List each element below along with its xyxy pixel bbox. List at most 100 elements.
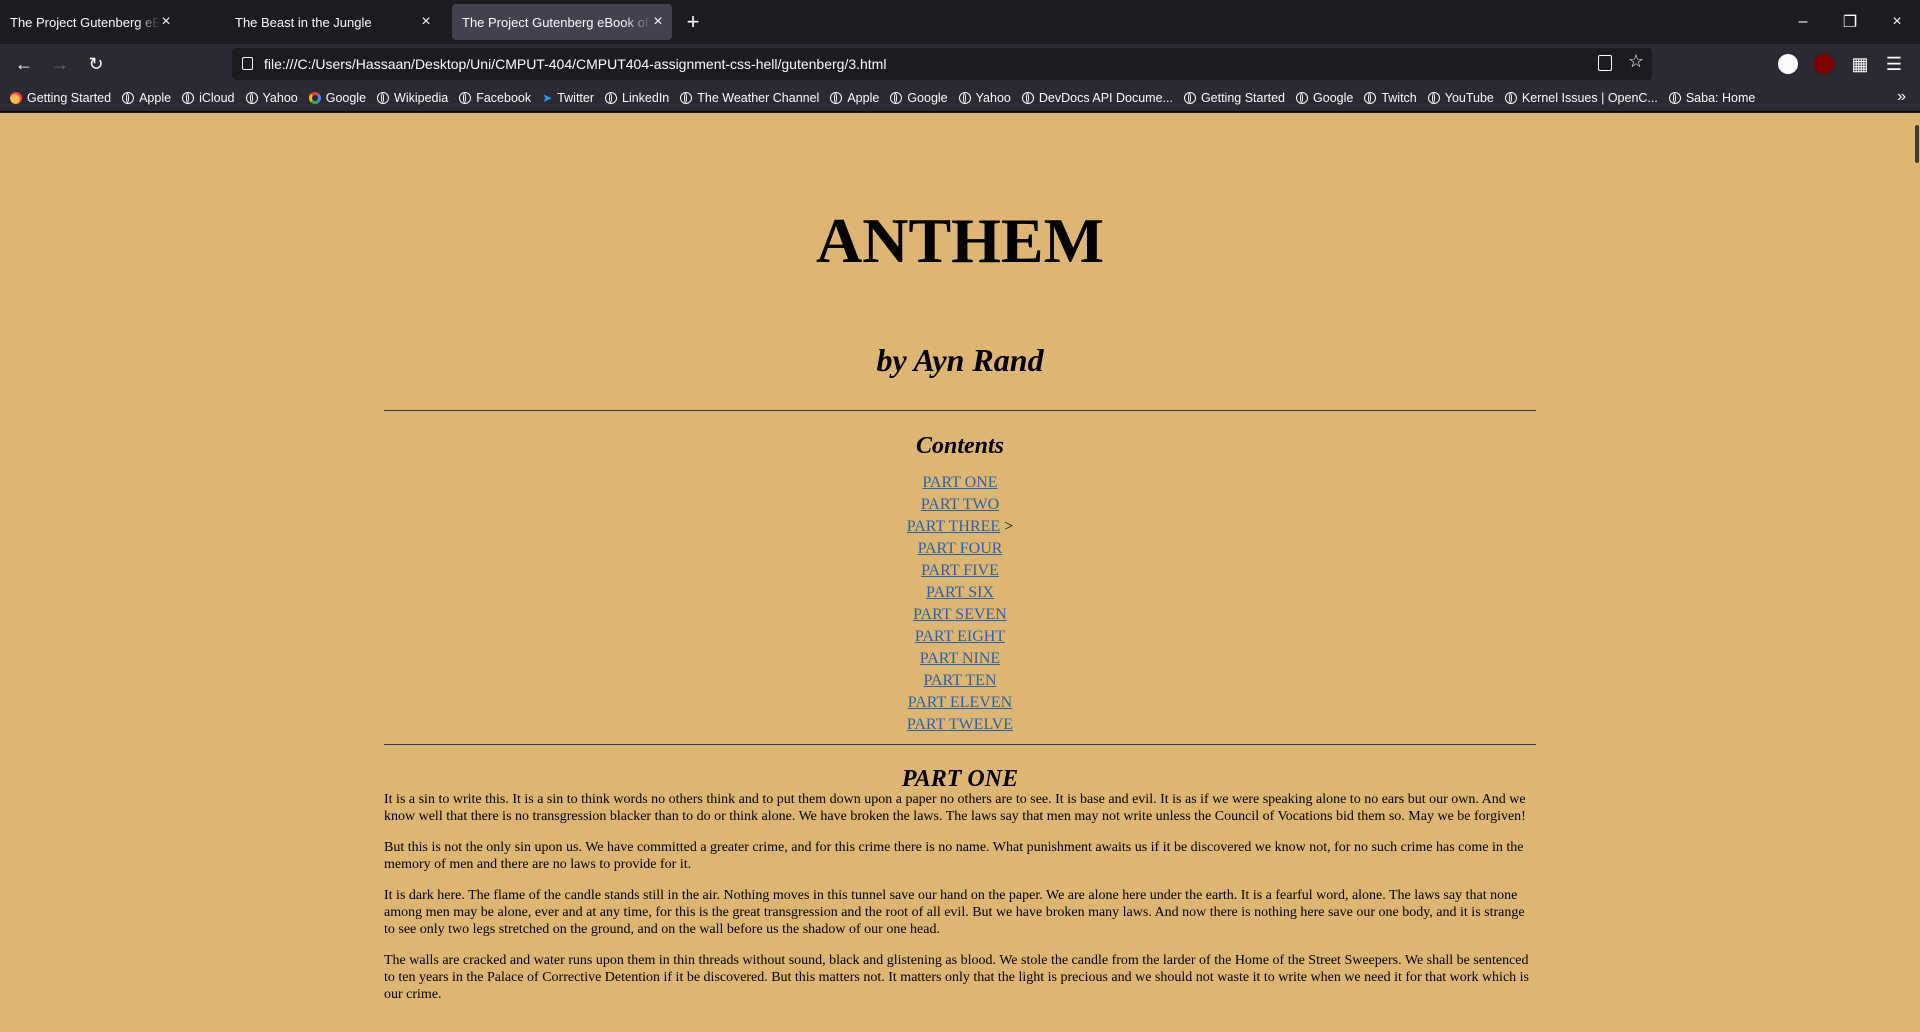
- bookmark-item[interactable]: Apple: [122, 91, 171, 105]
- bookmark-item[interactable]: Facebook: [459, 91, 531, 105]
- close-window-button[interactable]: ×: [1874, 0, 1920, 44]
- chevron-double-right-icon[interactable]: »: [1897, 88, 1906, 106]
- bookmark-item[interactable]: YouTube: [1427, 90, 1494, 105]
- ublock-extension-icon[interactable]: [1814, 54, 1834, 74]
- scrollbar-thumb[interactable]: [1915, 125, 1919, 163]
- toc-item: PART THREE >: [384, 516, 1536, 538]
- bookmark-label: Google: [325, 90, 367, 105]
- tab-title: The Project Gutenberg eBook of Anthem: [462, 14, 652, 30]
- toc-item: PART NINE: [384, 648, 1536, 670]
- bookmark-item[interactable]: Saba: Home: [1668, 91, 1755, 105]
- toc-link-part-six[interactable]: PART SIX: [926, 584, 994, 601]
- bookmark-item[interactable]: Yahoo: [245, 90, 298, 105]
- book-document: ANTHEM by Ayn Rand Contents PART ONE PAR…: [384, 113, 1536, 1003]
- toc-link-part-seven[interactable]: PART SEVEN: [913, 606, 1007, 623]
- globe-icon: [890, 91, 903, 104]
- globe-icon: [830, 91, 843, 104]
- close-icon[interactable]: ×: [650, 14, 666, 30]
- toc-item: PART TWELVE: [384, 714, 1536, 736]
- tab-middlemarch[interactable]: The Project Gutenberg eBook of Middlemar…: [0, 0, 180, 44]
- bookmark-label: iCloud: [199, 90, 235, 105]
- close-icon[interactable]: ×: [418, 14, 434, 30]
- bookmark-item[interactable]: Getting Started: [1183, 91, 1285, 105]
- toc-link-part-eight[interactable]: PART EIGHT: [915, 628, 1005, 645]
- tab-anthem[interactable]: The Project Gutenberg eBook of Anthem ×: [452, 4, 672, 40]
- bookmark-label: Twitter: [557, 90, 594, 105]
- bookmark-label: Yahoo: [262, 90, 298, 105]
- author-heading: by Ayn Rand: [876, 342, 1044, 378]
- tab-beast-in-the-jungle[interactable]: The Beast in the Jungle ×: [225, 0, 440, 44]
- reload-button[interactable]: ↻: [82, 50, 110, 78]
- bookmark-item[interactable]: Wikipedia: [377, 91, 448, 105]
- globe-icon: [1021, 91, 1034, 104]
- section-title: PART ONE: [901, 766, 1019, 792]
- toc-link-part-eleven[interactable]: PART ELEVEN: [908, 694, 1012, 711]
- new-tab-button[interactable]: +: [682, 11, 704, 34]
- url-text[interactable]: file:///C:/Users/Hassaan/Desktop/Uni/CMP…: [264, 48, 886, 80]
- extensions-icon[interactable]: ▦: [1850, 54, 1870, 74]
- address-bar[interactable]: file:///C:/Users/Hassaan/Desktop/Uni/CMP…: [232, 48, 1652, 80]
- bookmark-item[interactable]: Yahoo: [958, 90, 1011, 105]
- grammarly-extension-icon[interactable]: [1778, 54, 1798, 74]
- scrollbar[interactable]: [1914, 113, 1920, 1032]
- toc-link-part-three[interactable]: PART THREE: [907, 518, 1000, 535]
- toc-item: PART ELEVEN: [384, 692, 1536, 714]
- minimize-button[interactable]: –: [1780, 0, 1826, 44]
- google-icon: [308, 91, 321, 104]
- globe-icon: [1364, 91, 1377, 104]
- toc-link-part-twelve[interactable]: PART TWELVE: [907, 716, 1013, 733]
- bookmark-label: Yahoo: [975, 90, 1011, 105]
- firefox-icon: [10, 91, 22, 104]
- bookmark-label: The Weather Channel: [697, 90, 820, 105]
- back-button[interactable]: ←: [10, 50, 38, 78]
- paragraph: But this is not the only sin upon us. We…: [384, 840, 1524, 872]
- bookmark-item[interactable]: LinkedIn: [605, 91, 669, 105]
- contents-heading: Contents: [915, 433, 1005, 459]
- twitter-icon: ➤: [542, 90, 553, 105]
- globe-icon: [1296, 91, 1309, 104]
- toc-item: PART SEVEN: [384, 604, 1536, 626]
- globe-icon: [605, 91, 617, 104]
- bookmark-item[interactable]: Google: [308, 90, 367, 105]
- toc-link-part-four[interactable]: PART FOUR: [918, 540, 1003, 557]
- reader-view-icon[interactable]: [1598, 55, 1612, 71]
- bookmark-star-icon[interactable]: ☆: [1628, 51, 1644, 72]
- globe-icon: [1183, 91, 1196, 104]
- bookmark-item[interactable]: Google: [1296, 91, 1353, 105]
- forward-button[interactable]: →: [46, 50, 74, 78]
- bookmark-label: YouTube: [1444, 90, 1494, 105]
- bookmark-item[interactable]: The Weather Channel: [680, 91, 819, 105]
- menu-icon[interactable]: ☰: [1884, 54, 1904, 74]
- toc-link-part-two[interactable]: PART TWO: [921, 496, 999, 513]
- bookmark-item[interactable]: Google: [890, 91, 948, 105]
- bookmark-item[interactable]: Kernel Issues | OpenC...: [1504, 91, 1658, 105]
- toc-item: PART TEN: [384, 670, 1536, 692]
- bookmark-item[interactable]: iCloud: [182, 90, 235, 105]
- globe-icon: [958, 91, 971, 104]
- toc-link-part-five[interactable]: PART FIVE: [921, 562, 999, 579]
- bookmark-item[interactable]: Apple: [830, 91, 879, 105]
- toc-link-part-ten[interactable]: PART TEN: [924, 672, 997, 689]
- bookmark-label: Wikipedia: [394, 90, 449, 105]
- toc-link-part-nine[interactable]: PART NINE: [920, 650, 1000, 667]
- close-icon[interactable]: ×: [158, 14, 174, 30]
- bookmark-label: Facebook: [476, 90, 532, 105]
- globe-icon: [182, 91, 195, 104]
- globe-icon: [245, 91, 258, 104]
- bookmark-item[interactable]: Getting Started: [10, 91, 111, 105]
- bookmark-label: DevDocs API Docume...: [1038, 90, 1173, 105]
- bookmark-label: Google: [1313, 90, 1354, 105]
- toc-item: PART SIX: [384, 582, 1536, 604]
- tab-title: The Project Gutenberg eBook of Middlemar…: [10, 14, 160, 30]
- toc-item: PART EIGHT: [384, 626, 1536, 648]
- toc-link-part-one[interactable]: PART ONE: [922, 474, 997, 491]
- restore-button[interactable]: ❐: [1827, 0, 1873, 44]
- table-of-contents: PART ONE PART TWO PART THREE > PART FOUR…: [384, 472, 1536, 736]
- bookmark-label: Apple: [139, 90, 172, 105]
- globe-icon: [680, 91, 693, 104]
- bookmark-item[interactable]: ➤ Twitter: [542, 91, 594, 105]
- bookmark-item[interactable]: DevDocs API Docume...: [1021, 90, 1173, 105]
- page-title: ANTHEM: [816, 205, 1104, 276]
- toc-item: PART ONE: [384, 472, 1536, 494]
- bookmark-item[interactable]: Twitch: [1364, 91, 1417, 105]
